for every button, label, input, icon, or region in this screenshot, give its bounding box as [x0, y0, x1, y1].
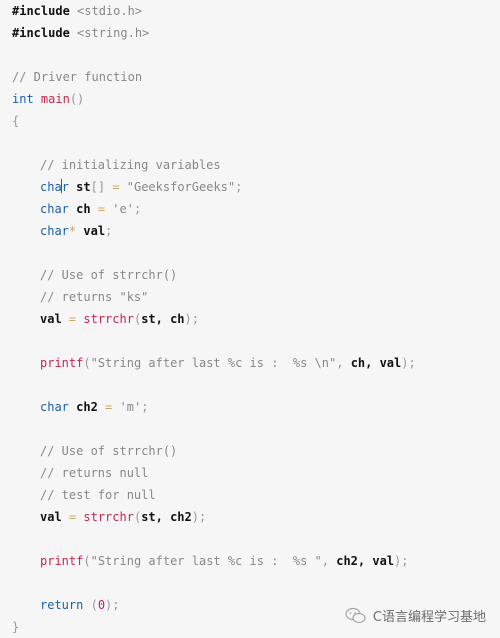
token-punctuation: , — [336, 356, 351, 370]
code-line: char ch = 'e'; — [12, 198, 416, 220]
token-function-name: strrchr — [83, 510, 134, 524]
token-operator: = — [97, 400, 120, 414]
token-identifier: val — [40, 312, 62, 326]
code-line: val = strrchr(st, ch); — [12, 308, 416, 330]
token-comment: // Use of strrchr() — [40, 268, 178, 282]
code-block[interactable]: #include <stdio.h> #include <string.h>// … — [12, 0, 416, 638]
token-keyword: char — [40, 224, 69, 238]
token-operator: = — [105, 180, 127, 194]
token-punctuation: ( — [83, 598, 98, 612]
token-function-name: strrchr — [83, 312, 134, 326]
token-keyword: r — [61, 180, 69, 194]
token-punctuation: ( — [83, 356, 91, 370]
token-punctuation: [] — [90, 180, 106, 194]
token-function-name: printf — [40, 554, 84, 568]
code-line: char ch2 = 'm'; — [12, 396, 416, 418]
token-function-name: main — [40, 92, 70, 106]
token-string-literal: "String after last %c is : %s \n" — [90, 356, 337, 370]
token-operator: = — [61, 510, 84, 524]
token-punctuation: } — [12, 620, 20, 634]
code-line: // Driver function — [12, 66, 416, 88]
code-line: #include <stdio.h> — [12, 0, 416, 22]
token-punctuation: ; — [235, 180, 243, 194]
code-line: val = strrchr(st, ch2); — [12, 506, 416, 528]
code-line: // initializing variables — [12, 154, 416, 176]
token-comment: // Driver function — [12, 70, 143, 84]
token-function-name: printf — [40, 356, 84, 370]
token-punctuation: () — [69, 92, 85, 106]
token-identifier: ch — [68, 202, 91, 216]
token-punctuation: { — [12, 114, 20, 128]
token-identifier: ch2 — [68, 400, 98, 414]
code-line: #include <string.h> — [12, 22, 416, 44]
code-line: // returns null — [12, 462, 416, 484]
token-comment: // returns null — [40, 466, 149, 480]
token-string-literal: 'e' — [112, 202, 134, 216]
code-line: printf("String after last %c is : %s \n"… — [12, 352, 416, 374]
token-operator: = — [90, 202, 113, 216]
token-punctuation: ); — [184, 312, 199, 326]
token-comment: // test for null — [40, 488, 156, 502]
token-punctuation: ); — [394, 554, 409, 568]
token-punctuation: ; — [141, 400, 149, 414]
token-keyword: char — [40, 202, 69, 216]
code-line: char st[] = "GeeksforGeeks"; — [12, 176, 416, 198]
token-string-literal: <stdio.h> — [77, 4, 143, 18]
token-comment: // returns "ks" — [40, 290, 149, 304]
token-identifier: ch2, val — [336, 554, 395, 568]
token-comment: // initializing variables — [40, 158, 221, 172]
token-number-literal: 0 — [97, 598, 106, 612]
token-comment: // Use of strrchr() — [40, 444, 178, 458]
token-keyword: cha — [40, 180, 62, 194]
code-line: // Use of strrchr() — [12, 440, 416, 462]
token-punctuation: ); — [105, 598, 120, 612]
code-line: { — [12, 110, 416, 132]
code-line: // Use of strrchr() — [12, 264, 416, 286]
token-preprocessor: #include — [12, 4, 78, 18]
token-punctuation: ); — [401, 356, 416, 370]
code-line: char* val; — [12, 220, 416, 242]
token-string-literal: <string.h> — [77, 26, 150, 40]
token-keyword: return — [40, 598, 84, 612]
token-identifier: st, ch — [141, 312, 185, 326]
token-identifier: st, ch2 — [141, 510, 192, 524]
token-string-literal: 'm' — [119, 400, 142, 414]
token-punctuation: , — [321, 554, 337, 568]
token-keyword: char — [40, 400, 69, 414]
watermark-text: C语言编程学习基地 — [372, 610, 486, 625]
wechat-icon — [345, 607, 367, 625]
token-string-literal: "String after last %c is : %s " — [90, 554, 322, 568]
token-preprocessor: #include — [12, 26, 78, 40]
token-identifier: ch, val — [350, 356, 402, 370]
token-string-literal: "GeeksforGeeks" — [126, 180, 236, 194]
token-keyword: int — [12, 92, 34, 106]
token-punctuation: ; — [105, 224, 113, 238]
token-punctuation: ); — [191, 510, 207, 524]
token-punctuation: ; — [133, 202, 142, 216]
code-line: printf("String after last %c is : %s ", … — [12, 550, 416, 572]
code-line: // test for null — [12, 484, 416, 506]
token-operator: = — [61, 312, 84, 326]
token-identifier: val — [40, 510, 62, 524]
token-identifier: st — [68, 180, 91, 194]
watermark: C语言编程学习基地 — [345, 606, 486, 625]
token-punctuation: ( — [83, 554, 91, 568]
code-line: int main() — [12, 88, 416, 110]
token-identifier: val — [76, 224, 106, 238]
code-line: // returns "ks" — [12, 286, 416, 308]
